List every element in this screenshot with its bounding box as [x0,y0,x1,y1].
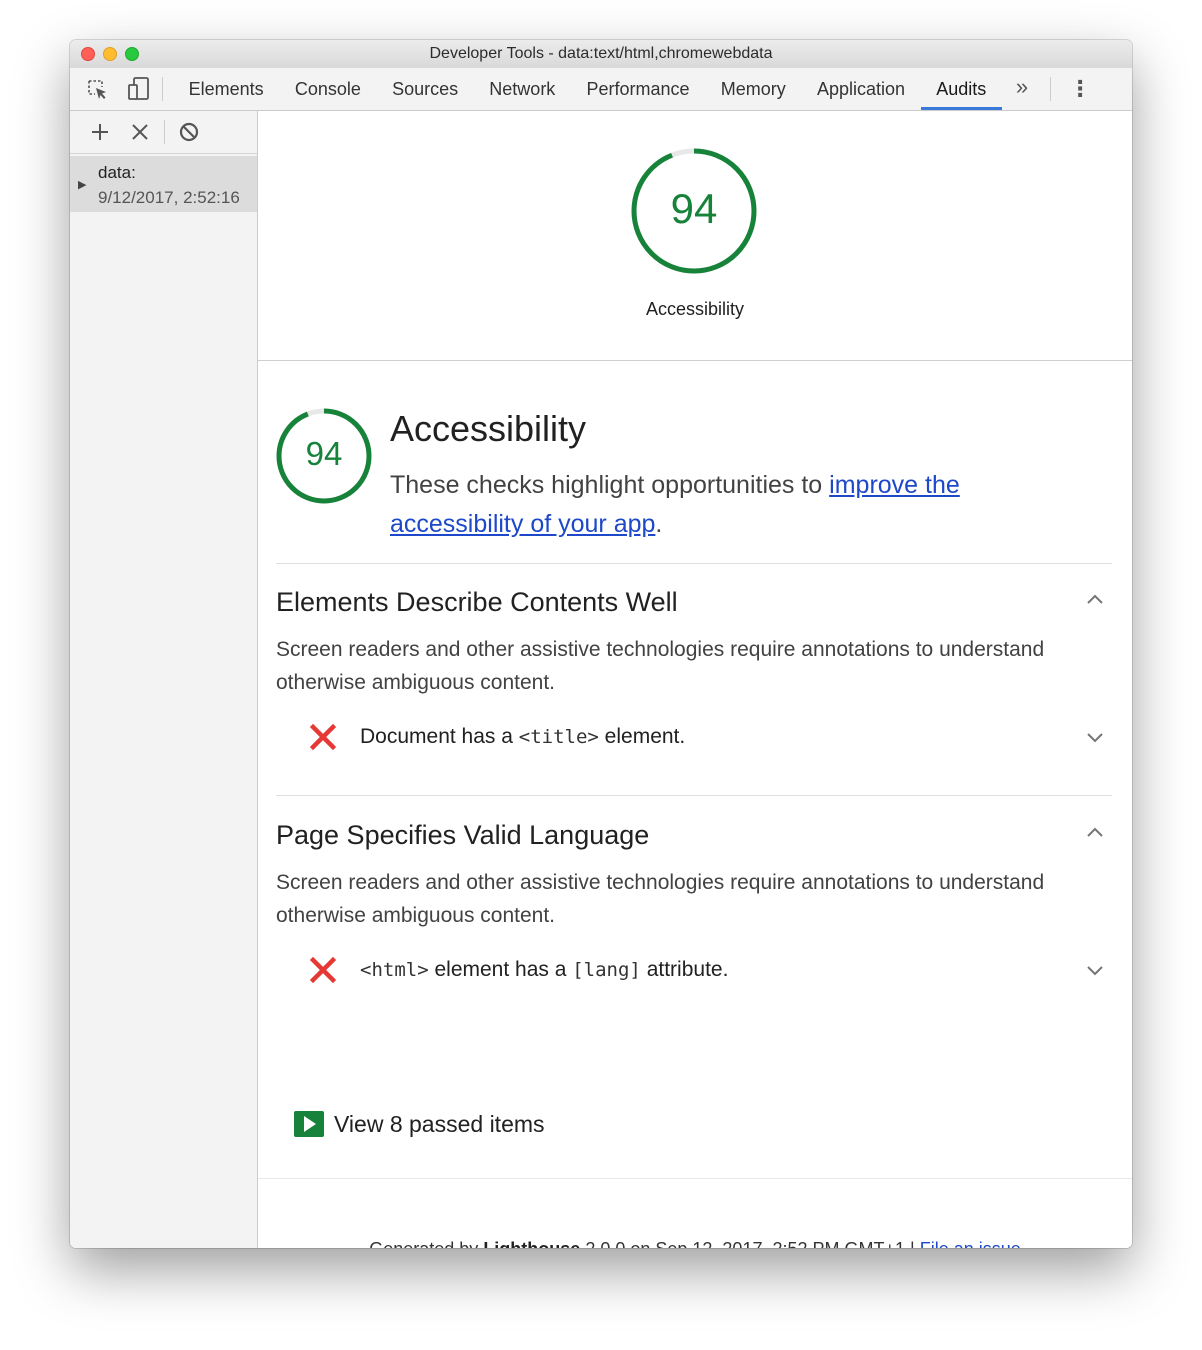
devtools-toolbar: Elements Console Sources Network Perform… [70,68,1132,111]
score-label: Accessibility [645,299,745,319]
close-icon[interactable] [120,112,160,152]
footer-prefix: Generated by [369,1239,483,1248]
fail-x-icon [310,957,336,983]
expand-chevron-down-icon[interactable] [1086,961,1104,979]
tab-sources[interactable]: Sources [376,68,473,110]
audit-group-valid-language: Page Specifies Valid Language Screen rea… [276,820,1112,1020]
report-footer: Generated by Lighthouse 2.0.0 on Sep 12,… [258,1178,1132,1248]
view-passed-items-button[interactable]: View 8 passed items [294,1109,545,1139]
expand-arrow-icon[interactable]: ▶ [78,178,86,191]
footer-details: 2.0.0 on Sep 12, 2017, 2:52 PM GMT+1 | [580,1239,919,1248]
report-title: data: [98,163,136,182]
category-score-value: 94 [305,435,343,472]
clear-icon[interactable] [169,112,209,152]
audits-sidebar: ▶ data: 9/12/2017, 2:52:16 [70,111,258,1248]
audit-title-text-end: element. [598,725,686,748]
audit-title-text-end: attribute. [640,958,729,981]
report-date: 9/12/2017, 2:52:16 [98,188,240,207]
audit-code-title: <title> [518,726,599,748]
audit-row-html-lang[interactable]: <html> element has a [lang] attribute. [276,955,1112,987]
collapse-chevron-up-icon[interactable] [1086,824,1104,842]
tab-performance[interactable]: Performance [571,68,705,110]
footer-text: Generated by Lighthouse 2.0.0 on Sep 12,… [258,1239,1132,1248]
category-description: These checks highlight opportunities to … [390,466,1030,544]
group-description: Screen readers and other assistive techn… [276,871,1045,927]
group-description: Screen readers and other assistive techn… [276,638,1045,694]
audit-code-lang: [lang] [572,959,641,981]
add-icon[interactable] [80,112,120,152]
audit-title: <html> element has a [lang] attribute. [360,958,728,982]
audit-report: 94 Accessibility 94 Accessibility These … [258,111,1132,1248]
report-list-item[interactable]: ▶ data: 9/12/2017, 2:52:16 [70,156,257,212]
window-controls [81,47,139,61]
audit-row-document-title[interactable]: Document has a <title> element. [276,722,1112,754]
audit-group-elements-describe: Elements Describe Contents Well Screen r… [276,587,1112,796]
more-tabs-icon[interactable]: » [1002,74,1042,104]
sidebar-separator [164,120,165,144]
tab-elements[interactable]: Elements [173,68,279,110]
tab-network[interactable]: Network [474,68,571,110]
score-summary: 94 Accessibility [258,111,1132,361]
audit-title: Document has a <title> element. [360,725,685,749]
category-description-end: . [655,510,663,538]
fail-x-icon [310,724,336,750]
inspect-element-icon[interactable] [82,74,112,104]
devtools-window: Developer Tools - data:text/html,chromew… [70,40,1132,1248]
audit-title-text: Document has a [360,725,519,748]
title-bar: Developer Tools - data:text/html,chromew… [70,40,1132,68]
passed-items-label: View 8 passed items [334,1110,545,1137]
tab-application[interactable]: Application [801,68,920,110]
category-description-text: These checks highlight opportunities to [390,471,830,499]
tab-audits[interactable]: Audits [920,68,1002,110]
audit-code-html: <html> [360,959,429,981]
group-title: Elements Describe Contents Well [276,587,678,617]
window-title: Developer Tools - data:text/html,chromew… [429,45,773,62]
audit-title-text: element has a [428,958,573,981]
zoom-window-button[interactable] [125,47,139,61]
category-title: Accessibility [390,408,587,449]
category-header: 94 Accessibility These checks highlight … [276,408,1112,564]
expand-chevron-down-icon[interactable] [1086,728,1104,746]
tab-memory[interactable]: Memory [705,68,801,110]
customize-menu-icon[interactable]: ⋮ [1061,76,1099,102]
score-value: 94 [670,185,718,232]
close-window-button[interactable] [81,47,95,61]
footer-product: Lighthouse [483,1239,580,1248]
device-toolbar-icon[interactable] [124,74,154,104]
toolbar-separator [162,77,163,101]
toolbar-separator [1050,77,1052,101]
minimize-window-button[interactable] [103,47,117,61]
play-triangle-icon [294,1111,324,1137]
category-score-gauge: 94 [276,408,372,504]
file-issue-link[interactable]: File an issue [920,1239,1021,1248]
group-title: Page Specifies Valid Language [276,820,650,850]
sidebar-toolbar [70,111,257,154]
tab-console[interactable]: Console [279,68,376,110]
score-gauge[interactable]: 94 [630,147,758,275]
collapse-chevron-up-icon[interactable] [1086,591,1104,609]
